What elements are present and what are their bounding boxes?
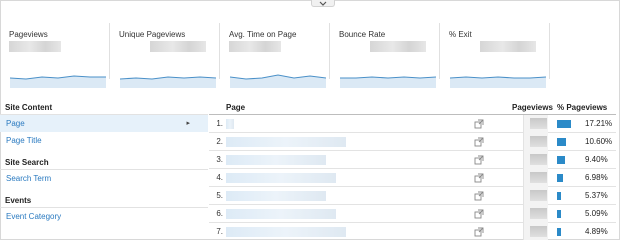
metric-value-redacted bbox=[229, 41, 281, 52]
pct-bar bbox=[557, 174, 563, 182]
row-index: 4. bbox=[216, 173, 223, 182]
report-nav: Site Content Page ▸ Page Title Site Sear… bbox=[0, 100, 208, 225]
pageviews-value-redacted bbox=[530, 154, 547, 165]
row-index: 7. bbox=[216, 227, 223, 236]
pct-bar bbox=[557, 210, 561, 218]
pct-pageviews-value: 5.09% bbox=[585, 209, 608, 218]
metric-value-redacted bbox=[150, 41, 206, 52]
pct-bar bbox=[557, 192, 561, 200]
metric-value-redacted bbox=[9, 41, 61, 52]
pct-pageviews-value: 6.98% bbox=[585, 173, 608, 182]
metric-label: Unique Pageviews bbox=[119, 30, 186, 39]
metric-value-redacted bbox=[480, 41, 536, 52]
column-header-pct-pageviews[interactable]: % Pageviews bbox=[557, 103, 607, 112]
nav-item-label: Page bbox=[6, 119, 25, 128]
metric-avg-time-on-page[interactable]: Avg. Time on Page bbox=[220, 23, 330, 88]
metric-label: Bounce Rate bbox=[339, 30, 386, 39]
page-path-redacted[interactable] bbox=[226, 155, 326, 165]
table-row[interactable]: 4. 6.98% bbox=[209, 169, 616, 187]
pageviews-value-redacted bbox=[530, 118, 547, 129]
metric-unique-pageviews[interactable]: Unique Pageviews bbox=[110, 23, 220, 88]
open-page-icon[interactable] bbox=[474, 209, 484, 219]
open-page-icon[interactable] bbox=[474, 155, 484, 165]
metric-label: Pageviews bbox=[9, 30, 48, 39]
chevron-down-icon bbox=[319, 1, 327, 6]
open-page-icon[interactable] bbox=[474, 227, 484, 237]
page-path-redacted[interactable] bbox=[226, 227, 346, 237]
metric-pageviews[interactable]: Pageviews bbox=[0, 23, 110, 88]
page-path-redacted[interactable] bbox=[226, 191, 326, 201]
sparkline bbox=[450, 76, 546, 88]
pageviews-value-redacted bbox=[530, 136, 547, 147]
nav-heading-site-search: Site Search bbox=[0, 155, 208, 170]
row-index: 2. bbox=[216, 137, 223, 146]
open-page-icon[interactable] bbox=[474, 173, 484, 183]
table-row[interactable]: 2. 10.60% bbox=[209, 133, 616, 151]
nav-item-page-title[interactable]: Page Title bbox=[0, 132, 208, 149]
pageviews-value-redacted bbox=[530, 226, 547, 237]
pct-bar bbox=[557, 120, 571, 128]
nav-heading-events: Events bbox=[0, 193, 208, 208]
sparkline bbox=[340, 76, 436, 88]
table-header: Page Pageviews % Pageviews bbox=[209, 100, 616, 115]
table-row[interactable]: 1. 17.21% bbox=[209, 115, 616, 133]
pct-pageviews-value: 4.89% bbox=[585, 227, 608, 236]
metric-exit[interactable]: % Exit bbox=[440, 23, 550, 88]
metric-strip: Pageviews Unique Pageviews Avg. Time on … bbox=[0, 23, 560, 88]
pct-pageviews-value: 17.21% bbox=[585, 119, 613, 128]
open-page-icon[interactable] bbox=[474, 137, 484, 147]
metric-value-redacted bbox=[370, 41, 426, 52]
pageviews-value-redacted bbox=[530, 190, 547, 201]
pct-pageviews-value: 5.37% bbox=[585, 191, 608, 200]
row-index: 6. bbox=[216, 209, 223, 218]
row-index: 1. bbox=[216, 119, 223, 128]
page-path-redacted[interactable] bbox=[226, 119, 234, 129]
nav-item-search-term[interactable]: Search Term bbox=[0, 170, 208, 187]
sparkline bbox=[230, 74, 326, 88]
open-page-icon[interactable] bbox=[474, 191, 484, 201]
page-path-redacted[interactable] bbox=[226, 137, 346, 147]
sparkline bbox=[120, 76, 216, 88]
sparkline bbox=[10, 75, 106, 88]
row-index: 3. bbox=[216, 155, 223, 164]
pct-bar bbox=[557, 138, 566, 146]
table-row[interactable]: 3. 9.40% bbox=[209, 151, 616, 169]
metric-label: % Exit bbox=[449, 30, 472, 39]
nav-heading-site-content: Site Content bbox=[0, 100, 208, 115]
nav-item-event-category[interactable]: Event Category bbox=[0, 208, 208, 225]
column-header-pageviews[interactable]: Pageviews bbox=[512, 103, 553, 112]
pct-pageviews-value: 10.60% bbox=[585, 137, 613, 146]
pct-bar bbox=[557, 228, 561, 236]
row-index: 5. bbox=[216, 191, 223, 200]
pct-bar bbox=[557, 156, 565, 164]
pct-pageviews-value: 9.40% bbox=[585, 155, 608, 164]
table-row[interactable]: 5. 5.37% bbox=[209, 187, 616, 205]
table-row[interactable]: 7. 4.89% bbox=[209, 223, 616, 240]
chevron-right-icon: ▸ bbox=[186, 120, 190, 127]
collapse-toggle[interactable] bbox=[311, 0, 335, 7]
metric-label: Avg. Time on Page bbox=[229, 30, 297, 39]
pageviews-value-redacted bbox=[530, 208, 547, 219]
nav-item-page[interactable]: Page ▸ bbox=[0, 115, 208, 132]
page-path-redacted[interactable] bbox=[226, 209, 336, 219]
page-table: Page Pageviews % Pageviews 1. 17.21% 2. 10.… bbox=[209, 100, 616, 240]
open-page-icon[interactable] bbox=[474, 119, 484, 129]
column-header-page[interactable]: Page bbox=[226, 103, 245, 112]
pageviews-value-redacted bbox=[530, 172, 547, 183]
metric-bounce-rate[interactable]: Bounce Rate bbox=[330, 23, 440, 88]
table-row[interactable]: 6. 5.09% bbox=[209, 205, 616, 223]
table-body: 1. 17.21% 2. 10.60% 3. 9.40% 4. 6.98% 5. 5.37% 6. 5… bbox=[209, 115, 616, 240]
page-path-redacted[interactable] bbox=[226, 173, 336, 183]
